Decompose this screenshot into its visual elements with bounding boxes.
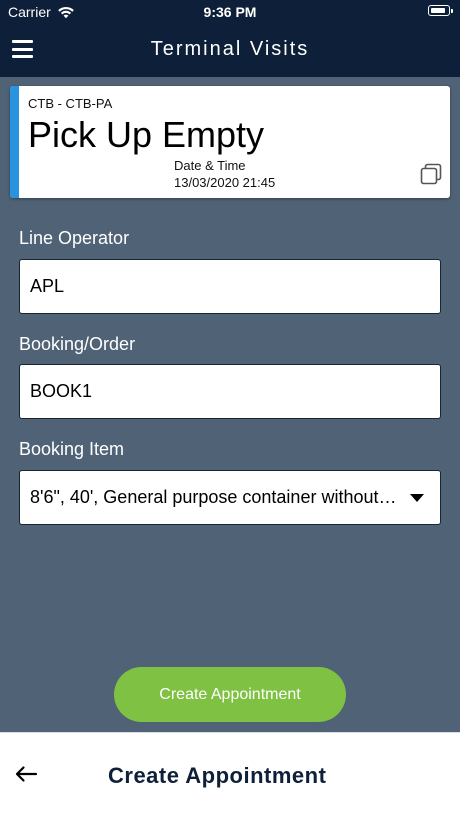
visit-card: CTB - CTB-PA Pick Up Empty Date & Time 1… <box>10 86 450 198</box>
battery-icon <box>428 5 453 16</box>
nav-bar: Terminal Visits <box>0 24 460 77</box>
line-operator-field[interactable]: APL <box>19 259 441 314</box>
create-appointment-button[interactable]: Create Appointment <box>114 667 346 722</box>
page-title: Terminal Visits <box>150 38 310 60</box>
copy-icon[interactable] <box>420 163 442 185</box>
card-datetime-label: Date & Time <box>174 158 246 173</box>
line-operator-value: APL <box>30 276 65 296</box>
card-accent-bar <box>10 86 19 198</box>
status-time: 9:36 PM <box>203 4 257 20</box>
booking-item-value: 8'6", 40', General purpose container wit… <box>30 487 400 507</box>
card-terminal: CTB - CTB-PA <box>28 96 113 111</box>
bottom-bar: Create Appointment <box>0 732 460 818</box>
line-operator-label: Line Operator <box>19 228 130 248</box>
bottom-bar-title: Create Appointment <box>108 763 327 788</box>
card-datetime-value: 13/03/2020 21:45 <box>174 175 276 190</box>
booking-order-field[interactable]: BOOK1 <box>19 364 441 419</box>
booking-item-select[interactable]: 8'6", 40', General purpose container wit… <box>19 470 441 525</box>
card-visit-type: Pick Up Empty <box>28 114 265 155</box>
caret-down-icon <box>410 493 424 502</box>
top-bar: Carrier 9:36 PM Terminal Visits <box>0 0 460 77</box>
booking-item-label: Booking Item <box>19 439 125 459</box>
status-bar: Carrier 9:36 PM <box>0 0 460 24</box>
booking-order-label: Booking/Order <box>19 334 136 354</box>
arrow-left-icon[interactable] <box>14 765 38 783</box>
booking-order-value: BOOK1 <box>30 381 93 401</box>
